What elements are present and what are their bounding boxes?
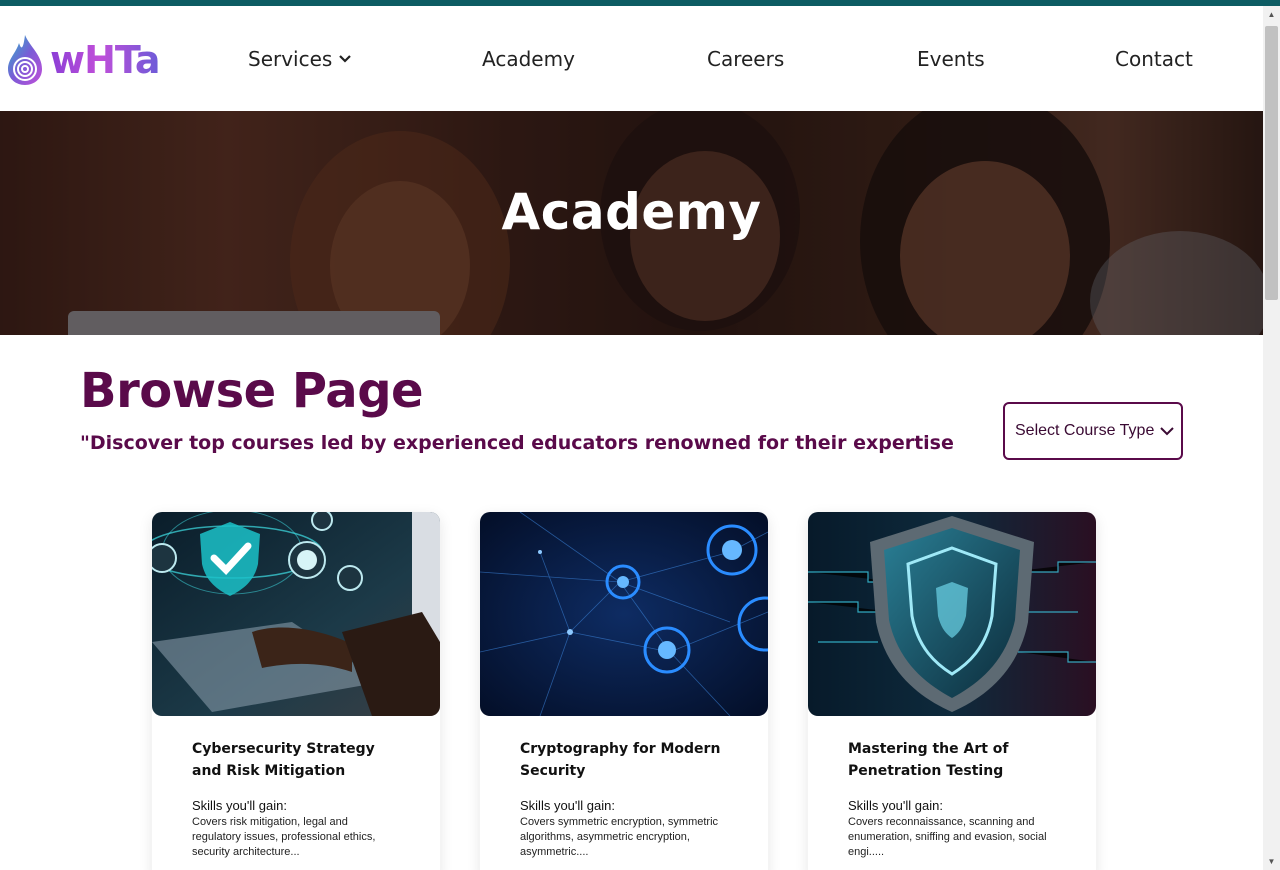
scroll-down-arrow-icon[interactable]: ▼ — [1263, 853, 1280, 870]
skills-description: Covers symmetric encryption, symmetric a… — [520, 816, 719, 858]
course-type-select[interactable]: Select Course Type — [1003, 402, 1183, 460]
course-title[interactable]: Mastering the Art of Penetration Testing — [848, 738, 1058, 782]
logo-text: wHTa — [50, 38, 161, 82]
scroll-up-arrow-icon[interactable]: ▲ — [1263, 6, 1280, 23]
course-image — [152, 512, 440, 716]
nav-services-label: Services — [248, 47, 333, 71]
nav-contact[interactable]: Contact — [1115, 44, 1193, 74]
scrollbar-thumb[interactable] — [1265, 26, 1278, 300]
course-type-select-label: Select Course Type — [1015, 422, 1155, 439]
course-image — [808, 512, 1096, 716]
logo-link[interactable]: wHTa — [4, 32, 161, 88]
logo-icon — [8, 35, 42, 85]
course-title[interactable]: Cryptography for Modern Security — [520, 738, 730, 782]
browse-subtitle: "Discover top courses led by experienced… — [80, 432, 954, 454]
course-card[interactable]: Cybersecurity Strategy and Risk Mitigati… — [152, 512, 440, 870]
nav-academy[interactable]: Academy — [482, 44, 575, 74]
browse-title: Browse Page — [80, 363, 424, 419]
course-title[interactable]: Cybersecurity Strategy and Risk Mitigati… — [192, 738, 402, 782]
page-scrollbar[interactable]: ▲ ▼ — [1263, 6, 1280, 870]
nav-services[interactable]: Services — [248, 44, 352, 74]
site-header: wHTa Services Academy Careers Events Con… — [0, 6, 1263, 111]
skills-label: Skills you'll gain: — [192, 798, 287, 813]
skills-label: Skills you'll gain: — [848, 798, 943, 813]
chevron-down-icon — [339, 55, 352, 63]
skills-label: Skills you'll gain: — [520, 798, 615, 813]
hero-banner: Academy — [0, 111, 1263, 335]
skills-description: Covers risk mitigation, legal and regula… — [192, 816, 376, 858]
nav-careers[interactable]: Careers — [707, 44, 784, 74]
skills-description: Covers reconnaissance, scanning and enum… — [848, 816, 1047, 858]
course-card[interactable]: Mastering the Art of Penetration Testing… — [808, 512, 1096, 870]
course-image — [480, 512, 768, 716]
course-card[interactable]: Cryptography for Modern Security Skills … — [480, 512, 768, 870]
page: wHTa Services Academy Careers Events Con… — [0, 6, 1263, 870]
chevron-down-icon — [1160, 427, 1175, 436]
hero-title: Academy — [501, 183, 762, 241]
nav-events[interactable]: Events — [917, 44, 985, 74]
